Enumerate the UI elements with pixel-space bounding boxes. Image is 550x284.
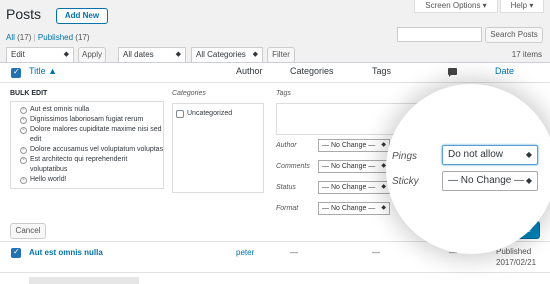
dates-filter-select[interactable]: All dates ◆: [118, 47, 186, 63]
remove-icon[interactable]: ×: [20, 107, 27, 114]
list-item-continued: voluptatibus: [20, 166, 67, 173]
author-label: Author: [276, 142, 297, 149]
help-tab[interactable]: Help ▾: [500, 0, 544, 13]
post-title: Dolore malores cupiditate maxime nisi se…: [30, 126, 162, 133]
tags-label: Tags: [276, 90, 291, 97]
remove-icon[interactable]: ×: [20, 157, 27, 164]
speech-bubble-tail: [449, 74, 452, 77]
page-title: Posts: [6, 6, 42, 22]
list-item: × Dolore malores cupiditate maxime nisi s…: [20, 126, 162, 134]
filter-all-link[interactable]: All: [6, 33, 15, 42]
filter-published-count: (17): [75, 33, 90, 42]
column-tags: Tags: [372, 66, 392, 76]
column-title[interactable]: Title ▲: [29, 66, 57, 76]
remove-icon[interactable]: ×: [20, 147, 27, 154]
bulk-action-select[interactable]: Edit ◆: [6, 47, 74, 63]
screen-options-tab[interactable]: Screen Options ▾: [414, 0, 498, 13]
comments-label: Comments: [276, 163, 310, 170]
column-categories: Categories: [290, 66, 334, 76]
items-count: 17 items: [511, 50, 542, 59]
chevron-down-icon: ◆: [525, 150, 532, 159]
bulk-action-value: Edit: [11, 50, 25, 59]
status-select[interactable]: — No Change — ◆: [318, 181, 390, 194]
post-title: Hello world!: [30, 176, 67, 183]
post-categories: —: [290, 248, 298, 257]
apply-button[interactable]: Apply: [78, 47, 106, 63]
magnifier-lens: [386, 84, 550, 254]
post-title: Est architecto qui reprehenderit: [30, 156, 128, 163]
filter-all-count: (17): [17, 33, 32, 42]
row-divider: [0, 272, 550, 273]
pings-value: Do not allow: [448, 149, 504, 160]
chevron-down-icon: ◆: [525, 176, 532, 185]
column-author: Author: [236, 66, 263, 76]
status-value: — No Change —: [322, 184, 376, 191]
row-checkbox[interactable]: [11, 247, 21, 258]
status-label: Status: [276, 184, 296, 191]
pings-select[interactable]: Do not allow ◆: [442, 145, 538, 165]
comments-select[interactable]: — No Change — ◆: [318, 160, 390, 173]
header-divider: [0, 82, 550, 83]
post-tags: —: [372, 248, 380, 257]
author-value: — No Change —: [322, 142, 376, 149]
filter-separator: |: [33, 33, 36, 42]
list-item: × Aut est omnis nulla: [20, 106, 89, 114]
chevron-down-icon: ◆: [252, 51, 258, 58]
pings-label: Pings: [392, 151, 418, 162]
post-author-link[interactable]: peter: [236, 248, 254, 257]
cancel-button[interactable]: Cancel: [10, 223, 46, 239]
bulk-edit-heading: BULK EDIT: [10, 90, 48, 97]
search-posts-button[interactable]: Search Posts: [485, 27, 543, 43]
uncategorized-checkbox[interactable]: [176, 110, 184, 118]
remove-icon[interactable]: ×: [20, 117, 27, 124]
categories-filter-select[interactable]: All Categories ◆: [191, 47, 263, 63]
post-title-link[interactable]: Aut est omnis nulla: [29, 248, 103, 257]
author-select[interactable]: — No Change — ◆: [318, 139, 390, 152]
add-new-button[interactable]: Add New: [56, 8, 108, 24]
format-select[interactable]: — No Change — ◆: [318, 202, 390, 215]
sticky-label: Sticky: [392, 176, 419, 187]
chevron-down-icon: ◆: [381, 142, 386, 148]
column-date[interactable]: Date: [495, 66, 514, 76]
list-item: × Hello world!: [20, 176, 67, 184]
post-title: Dolore accusamus vel voluptatum voluptas: [30, 146, 164, 153]
comments-value: — No Change —: [322, 163, 376, 170]
post-title: Dignissimos laboriosam fugiat rerum: [30, 116, 144, 123]
list-item: × Dolore accusamus vel voluptatum volupta…: [20, 146, 163, 154]
remove-icon[interactable]: ×: [20, 127, 27, 134]
chevron-down-icon: ◆: [381, 184, 386, 190]
format-value: — No Change —: [322, 205, 376, 212]
format-label: Format: [276, 205, 299, 212]
search-input[interactable]: [397, 27, 482, 42]
post-title: edit: [30, 136, 42, 143]
chevron-down-icon: ◆: [175, 51, 181, 58]
status-filter: All (17) | Published (17): [6, 33, 90, 42]
list-item: × Dignissimos laboriosam fugiat rerum: [20, 116, 143, 124]
sticky-select[interactable]: — No Change — ◆: [442, 171, 538, 191]
categories-filter-value: All Categories: [196, 50, 246, 59]
post-title: Aut est omnis nulla: [30, 106, 90, 113]
list-item: × Est architecto qui reprehenderit: [20, 156, 127, 164]
filter-button[interactable]: Filter: [267, 47, 295, 63]
partial-next-row: [29, 277, 139, 284]
chevron-down-icon: ◆: [63, 51, 69, 58]
post-title: voluptatibus: [30, 166, 68, 173]
uncategorized-label: Uncategorized: [187, 110, 233, 117]
post-date: 2017/02/21: [496, 258, 537, 267]
chevron-down-icon: ◆: [381, 205, 386, 211]
sticky-value: — No Change —: [448, 175, 525, 186]
filter-published-link[interactable]: Published: [38, 33, 73, 42]
categories-label: Categories: [172, 90, 206, 97]
remove-icon[interactable]: ×: [20, 177, 27, 184]
dates-filter-value: All dates: [123, 50, 154, 59]
list-item-continued: edit: [20, 136, 41, 143]
select-all-checkbox[interactable]: [11, 67, 21, 78]
